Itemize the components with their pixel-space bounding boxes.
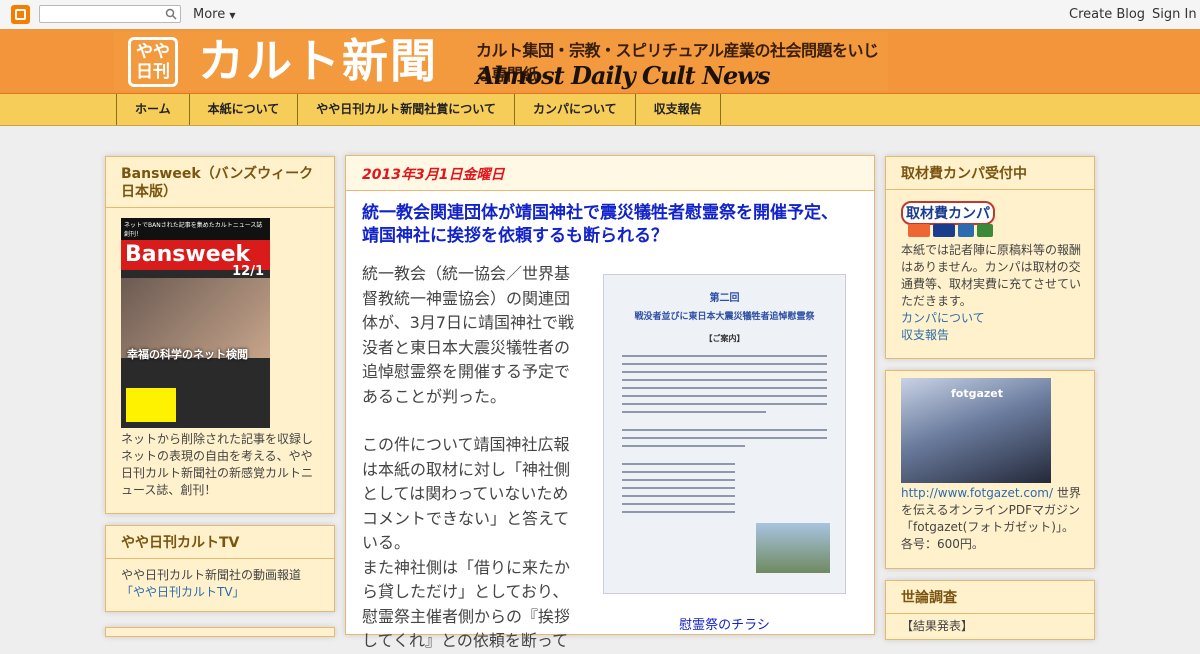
- fotgazet-brand: fotgazet: [951, 387, 1004, 400]
- cover-top: ネットでBANされた記事を集めたカルトニュース誌創刊！: [121, 218, 270, 240]
- blogger-logo-icon[interactable]: [11, 5, 30, 24]
- cult-tv-text: やや日刊カルト新聞社の動画報道: [121, 568, 302, 582]
- kampa-badge[interactable]: 取材費カンパ: [901, 201, 995, 225]
- flyer-title-1: 第二回: [709, 293, 740, 304]
- finance-link[interactable]: 収支報告: [901, 327, 1081, 344]
- tab-kampa[interactable]: カンパについて: [515, 94, 636, 125]
- search-input[interactable]: [39, 5, 181, 23]
- bansweek-title: Bansweek（バンズウィーク日本版）: [106, 157, 334, 208]
- blog-english-title: Almost Daily Cult News: [476, 61, 770, 90]
- bansweek-widget: Bansweek（バンズウィーク日本版） ネットでBANされた記事を集めたカルト…: [105, 156, 335, 514]
- cover-headline: 幸福の科学のネット検閲: [127, 348, 248, 361]
- blog-header: やや 日刊 カルト新聞 カルト集団・宗教・スピリチュアル産業の社会問題をいじる専…: [0, 29, 1200, 94]
- cult-tv-body: やや日刊カルト新聞社の動画報道 「やや日刊カルトTV」: [106, 559, 334, 609]
- tab-home[interactable]: ホーム: [117, 94, 190, 125]
- blog-title: カルト新聞: [198, 34, 438, 88]
- page-tabs: ホーム 本紙について やや日刊カルト新聞社賞について カンパについて 収支報告: [0, 94, 1200, 126]
- post-title[interactable]: 統一教会関連団体が靖国神社で震災犠牲者慰霊祭を開催予定、靖国神社に挨拶を依頼する…: [362, 202, 852, 248]
- flyer-caption: 慰霊祭のチラシ: [679, 618, 770, 633]
- fotgazet-image[interactable]: fotgazet: [901, 378, 1051, 483]
- tab-about[interactable]: 本紙について: [190, 94, 299, 125]
- tab-award[interactable]: やや日刊カルト新聞社賞について: [298, 94, 515, 125]
- poll-result: 【結果発表】: [901, 619, 974, 633]
- blogger-navbar: More ▼ Create Blog Sign In: [0, 0, 1200, 30]
- post-date: 2013年3月1日金曜日: [362, 167, 505, 183]
- post-container: 2013年3月1日金曜日 統一教会関連団体が靖国神社で震災犠牲者慰霊祭を開催予定…: [345, 155, 875, 650]
- poll-title: 世論調査: [886, 581, 1094, 614]
- sign-in-link[interactable]: Sign In: [1152, 7, 1197, 22]
- flyer-shrine-photo: [756, 523, 830, 573]
- left-next-widget: [105, 627, 335, 637]
- chevron-down-icon: ▼: [229, 11, 236, 20]
- flyer-title-3: 【ご案内】: [704, 334, 745, 343]
- more-menu[interactable]: More ▼: [193, 7, 236, 22]
- more-label: More: [193, 7, 226, 22]
- cult-tv-title: やや日刊カルトTV: [106, 526, 334, 559]
- kampa-link[interactable]: カンパについて: [901, 310, 1081, 327]
- cult-tv-widget: やや日刊カルトTV やや日刊カルト新聞社の動画報道 「やや日刊カルトTV」: [105, 525, 335, 612]
- post-body: 統一教会（統一協会／世界基督教統一神霊協会）の関連団体が、3月7日に靖国神社で戦…: [362, 262, 577, 654]
- fotgazet-body: http://www.fotgazet.com/ 世界を伝えるオンラインPDFマ…: [886, 483, 1096, 555]
- badge-line1: やや: [136, 42, 170, 62]
- post-paragraph-3: また神社側は「借りに来たから貸しただけ」としており、慰霊祭主催者側からの『挨拶し…: [362, 557, 571, 651]
- kampa-widget: 取材費カンパ受付中 取材費カンパ 本紙では記者陣に原稿料等の報酬はありません。カ…: [885, 156, 1095, 359]
- yaya-nikkan-badge: やや 日刊: [128, 37, 178, 87]
- poll-widget: 世論調査 【結果発表】: [885, 580, 1095, 640]
- cover-date: 12/1: [232, 264, 264, 279]
- tab-finance[interactable]: 収支報告: [636, 94, 721, 125]
- flyer-text-lines: [622, 355, 827, 519]
- kampa-body: 本紙では記者陣に原稿料等の報酬はありません。カンパは取材の交通費等、取材実費に充…: [886, 235, 1096, 351]
- post-paragraph-1: 統一教会（統一協会／世界基督教統一神霊協会）の関連団体が、3月7日に靖国神社で戦…: [362, 264, 575, 406]
- post-paragraph-2: この件について靖国神社広報は本紙の取材に対し「神社側としては関わっていないためコ…: [362, 435, 571, 552]
- kampa-text: 本紙では記者陣に原稿料等の報酬はありません。カンパは取材の交通費等、取材実費に充…: [901, 243, 1082, 308]
- kampa-title: 取材費カンパ受付中: [886, 157, 1094, 190]
- search-icon[interactable]: [165, 8, 177, 20]
- badge-line2: 日刊: [136, 62, 170, 82]
- cult-tv-link[interactable]: 「やや日刊カルトTV」: [121, 584, 319, 601]
- fotgazet-link[interactable]: http://www.fotgazet.com/: [901, 486, 1053, 500]
- flyer-image[interactable]: 第二回 戦没者並びに東日本大震災犠牲者追悼慰霊祭 【ご案内】: [603, 274, 846, 594]
- flyer-title-2: 戦没者並びに東日本大震災犠牲者追悼慰霊祭: [634, 312, 815, 322]
- date-header: 2013年3月1日金曜日: [346, 156, 874, 191]
- fotgazet-widget: fotgazet http://www.fotgazet.com/ 世界を伝える…: [885, 370, 1095, 569]
- bansweek-description: ネットから削除された記事を収録しネットの表現の自由を考える、やや日刊カルト新聞社…: [121, 432, 314, 497]
- create-blog-link[interactable]: Create Blog: [1069, 7, 1145, 22]
- bansweek-cover-image[interactable]: ネットでBANされた記事を集めたカルトニュース誌創刊！ Bansweek 12/…: [121, 218, 270, 428]
- header-banner[interactable]: やや 日刊 カルト新聞 カルト集団・宗教・スピリチュアル産業の社会問題をいじる専…: [114, 31, 888, 91]
